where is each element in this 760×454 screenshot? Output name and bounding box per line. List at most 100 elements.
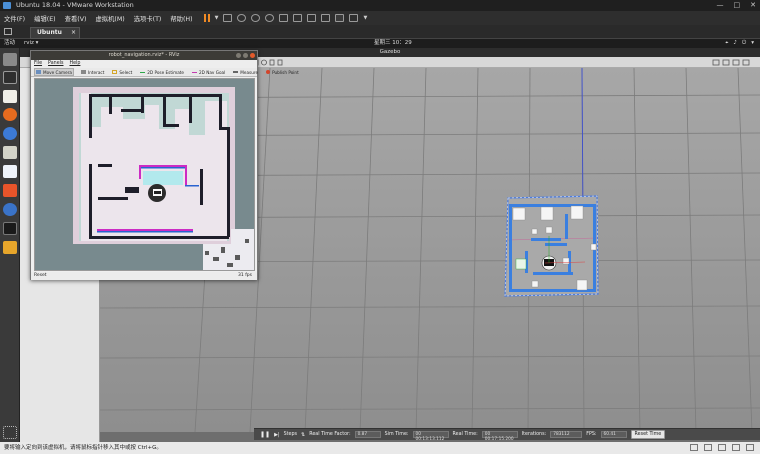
gazebo-status-bar: ❚❚ ▶| Steps ⇅ Real Time Factor: 0.87 Sim… bbox=[254, 428, 760, 442]
thumbnail-icon[interactable] bbox=[293, 14, 303, 22]
software-center-icon[interactable] bbox=[3, 184, 17, 197]
ubuntu-dock bbox=[0, 48, 20, 442]
gazebo-icon[interactable] bbox=[3, 241, 17, 254]
send-ctrl-alt-del-icon[interactable] bbox=[223, 14, 233, 22]
menu-vm[interactable]: 虚拟机(M) bbox=[95, 14, 124, 23]
rviz-menu-help[interactable]: Help bbox=[69, 60, 80, 68]
cdrom-icon[interactable] bbox=[704, 444, 712, 451]
rviz-fps: 31 fps bbox=[238, 273, 252, 278]
text-editor-icon[interactable] bbox=[3, 90, 17, 103]
vmware-toolbar: ▼ ▼ bbox=[203, 14, 367, 22]
tool-publish-point[interactable]: Publish Point bbox=[265, 68, 300, 76]
unity-icon[interactable] bbox=[321, 14, 331, 22]
gazebo-robot-world bbox=[504, 195, 599, 297]
rviz-bottom-bar: Reset 31 fps bbox=[31, 272, 257, 280]
snapshot-manager-icon[interactable] bbox=[265, 14, 275, 22]
menu-edit[interactable]: 编辑(E) bbox=[34, 14, 56, 23]
menu-file[interactable]: 文件(F) bbox=[4, 14, 25, 23]
rviz-toolbar: Move Camera Interact Select 2D Pose Esti… bbox=[31, 68, 299, 77]
stretch-icon[interactable] bbox=[349, 14, 359, 22]
interact-icon bbox=[81, 70, 86, 74]
stretch-dropdown-icon[interactable]: ▼ bbox=[363, 15, 367, 21]
iterations-label: Iterations: bbox=[521, 432, 547, 437]
system-menu-icon: ▾ bbox=[751, 40, 754, 46]
reset-time-button[interactable]: Reset Time bbox=[630, 430, 666, 439]
publish-point-icon bbox=[266, 70, 271, 74]
firefox-icon[interactable] bbox=[3, 108, 17, 121]
home-tab-icon[interactable] bbox=[4, 28, 12, 35]
steps-spinner[interactable]: ⇅ bbox=[301, 432, 305, 438]
steps-label: Steps bbox=[283, 432, 298, 437]
network-icon: ⌖ bbox=[725, 40, 729, 46]
tool-move-camera[interactable]: Move Camera bbox=[34, 68, 74, 76]
clock[interactable]: 星期三 10：29 bbox=[374, 39, 412, 48]
power-icon: ⏻ bbox=[741, 40, 747, 46]
tool-2d-nav-goal[interactable]: 2D Nav Goal bbox=[191, 68, 226, 76]
tool-nav-goal-label: 2D Nav Goal bbox=[199, 69, 226, 75]
rtf-label: Real Time Factor: bbox=[309, 432, 351, 437]
pause-icon[interactable] bbox=[203, 14, 210, 22]
tool-measure-label: Measure bbox=[240, 69, 259, 75]
rviz-icon[interactable] bbox=[3, 222, 17, 235]
menu-help[interactable]: 帮助(H) bbox=[170, 14, 192, 23]
app-menu[interactable]: rviz ▾ bbox=[24, 39, 38, 48]
revert-snapshot-icon[interactable] bbox=[251, 14, 261, 22]
iterations-value: 783112 bbox=[550, 431, 583, 438]
tool-interact-label: Interact bbox=[88, 69, 105, 75]
rviz-3d-view[interactable] bbox=[34, 78, 255, 271]
fullscreen-icon[interactable] bbox=[307, 14, 317, 22]
tool-select[interactable]: Select bbox=[111, 68, 133, 76]
rviz-title: robot_navigation.rviz* - RViz bbox=[108, 52, 180, 58]
step-icon[interactable]: ▶| bbox=[274, 432, 280, 438]
device-icons bbox=[690, 444, 754, 451]
menu-view[interactable]: 查看(V) bbox=[65, 14, 87, 23]
sound-icon[interactable] bbox=[746, 444, 754, 451]
help-icon[interactable] bbox=[3, 203, 17, 216]
rviz-menu-panels[interactable]: Panels bbox=[48, 60, 63, 68]
terminal-icon[interactable] bbox=[3, 71, 17, 84]
tab-close-icon[interactable]: × bbox=[71, 28, 76, 38]
system-tray[interactable]: ⌖ ♪ ⏻ ▾ bbox=[725, 39, 754, 48]
rviz-menu-file[interactable]: File bbox=[34, 60, 42, 68]
vmware-title: Ubuntu 18.04 - VMware Workstation bbox=[16, 1, 134, 9]
thunderbird-icon[interactable] bbox=[3, 127, 17, 140]
rviz-minimize-icon[interactable] bbox=[236, 53, 241, 58]
sim-time-value: 00 00:13:13.112 bbox=[412, 431, 449, 442]
menu-tabs[interactable]: 选项卡(T) bbox=[134, 14, 162, 23]
vmware-title-bar: Ubuntu 18.04 - VMware Workstation — □ ✕ bbox=[0, 0, 760, 11]
hdd-icon[interactable] bbox=[690, 444, 698, 451]
activities-button[interactable]: 活动 bbox=[4, 39, 15, 48]
vmware-status-bar: 要将输入定向到该虚拟机，请将鼠标指针移入其中或按 Ctrl+G。 bbox=[0, 442, 760, 454]
disk-icon[interactable] bbox=[3, 53, 17, 66]
play-pause-icon[interactable]: ❚❚ bbox=[260, 431, 270, 438]
files-icon[interactable] bbox=[3, 146, 17, 159]
occupancy-map bbox=[35, 79, 254, 270]
console-icon[interactable] bbox=[335, 14, 345, 22]
show-library-icon[interactable] bbox=[279, 14, 289, 22]
window-controls: — □ ✕ bbox=[717, 0, 757, 11]
rviz-reset-button[interactable]: Reset bbox=[34, 272, 47, 280]
close-icon[interactable]: ✕ bbox=[750, 0, 756, 11]
real-time-label: Real Time: bbox=[452, 432, 478, 437]
tab-ubuntu[interactable]: Ubuntu 18.04 × bbox=[30, 27, 80, 46]
minimize-icon[interactable]: — bbox=[717, 0, 724, 11]
snapshot-icon[interactable] bbox=[237, 14, 247, 22]
sim-time-label: Sim Time: bbox=[384, 432, 409, 437]
vm-input-hint: 要将输入定向到该虚拟机，请将鼠标指针移入其中或按 Ctrl+G。 bbox=[4, 445, 162, 451]
tool-interact[interactable]: Interact bbox=[80, 68, 105, 76]
rtf-value: 0.87 bbox=[354, 431, 381, 438]
fps-value: 60.41 bbox=[600, 431, 627, 438]
fps-label: FPS: bbox=[586, 432, 597, 437]
dropdown-icon[interactable]: ▼ bbox=[215, 15, 219, 21]
maximize-icon[interactable]: □ bbox=[734, 0, 741, 11]
rviz-close-icon[interactable] bbox=[250, 53, 255, 58]
network-adapter-icon[interactable] bbox=[718, 444, 726, 451]
rviz-maximize-icon[interactable] bbox=[243, 53, 248, 58]
usb-icon[interactable] bbox=[732, 444, 740, 451]
tool-2d-pose-estimate[interactable]: 2D Pose Estimate bbox=[139, 68, 185, 76]
tool-measure[interactable]: Measure bbox=[232, 68, 259, 76]
libreoffice-writer-icon[interactable] bbox=[3, 165, 17, 178]
rviz-window: robot_navigation.rviz* - RViz File Panel… bbox=[30, 50, 299, 280]
show-applications-icon[interactable] bbox=[3, 426, 17, 439]
vmware-logo-icon bbox=[3, 2, 11, 9]
